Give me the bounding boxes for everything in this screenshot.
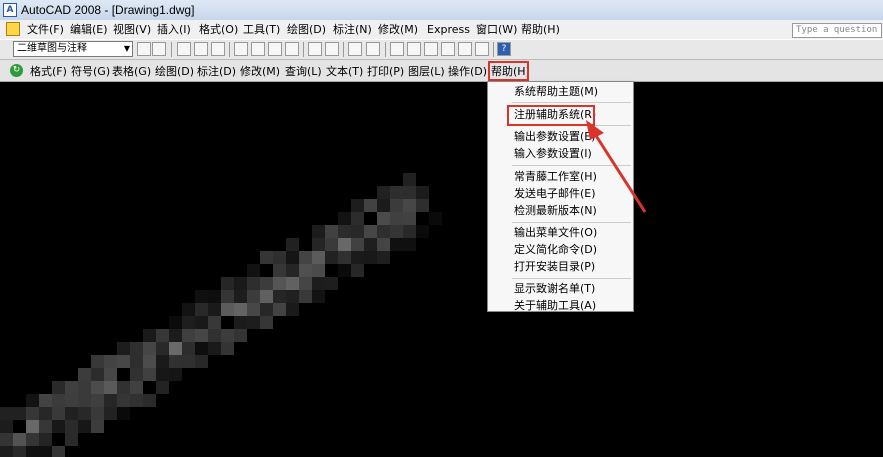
toolbar-separator xyxy=(343,42,344,57)
design-center-icon[interactable] xyxy=(441,42,455,56)
toolbar-separator xyxy=(171,42,172,57)
menu-item-about[interactable]: 关于辅助工具(A) xyxy=(514,298,596,314)
tool-draw[interactable]: 绘图(D) xyxy=(155,64,194,79)
help-icon[interactable]: ? xyxy=(497,42,511,56)
menu-tools[interactable]: 工具(T) xyxy=(243,22,280,37)
tool-format[interactable]: 格式(F) xyxy=(30,64,67,79)
toolbar-separator xyxy=(493,42,494,57)
menu-modify[interactable]: 修改(M) xyxy=(378,22,418,37)
tool-table[interactable]: 表格(G) xyxy=(112,64,151,79)
open-file-icon[interactable] xyxy=(194,42,208,56)
calculator-icon[interactable] xyxy=(475,42,489,56)
menu-item-credits[interactable]: 显示致谢名单(T) xyxy=(514,281,595,297)
autocad-logo-icon: A xyxy=(3,3,17,17)
menu-item-export-menu[interactable]: 输出菜单文件(O) xyxy=(514,225,597,241)
autocad-menu-icon[interactable] xyxy=(6,22,20,36)
toolbar-separator xyxy=(303,42,304,57)
menu-window[interactable]: 窗口(W) xyxy=(476,22,517,37)
title-bar: A AutoCAD 2008 - [Drawing1.dwg] xyxy=(0,0,883,20)
menu-dimension[interactable]: 标注(N) xyxy=(333,22,372,37)
tool-palettes-icon[interactable] xyxy=(458,42,472,56)
menu-separator xyxy=(512,102,631,103)
refresh-icon[interactable]: ↻ xyxy=(10,64,23,77)
window-title: AutoCAD 2008 - [Drawing1.dwg] xyxy=(21,3,195,17)
save-icon[interactable] xyxy=(211,42,225,56)
menu-draw[interactable]: 绘图(D) xyxy=(287,22,326,37)
print-icon[interactable] xyxy=(234,42,248,56)
menu-view[interactable]: 视图(V) xyxy=(113,22,151,37)
chevron-down-icon: ▼ xyxy=(123,44,130,53)
workspace-select[interactable]: 二维草图与注释 ▼ xyxy=(13,41,133,57)
tool-operation[interactable]: 操作(D) xyxy=(448,64,487,79)
tool-text[interactable]: 文本(T) xyxy=(326,64,363,79)
menu-edit[interactable]: 编辑(E) xyxy=(70,22,108,37)
tool-modify[interactable]: 修改(M) xyxy=(240,64,280,79)
help-menu-highlight xyxy=(488,61,529,81)
menu-item-check-update[interactable]: 检测最新版本(N) xyxy=(514,203,597,219)
tool-print[interactable]: 打印(P) xyxy=(367,64,404,79)
workspace-save-icon[interactable] xyxy=(152,42,166,56)
menu-item-export-settings[interactable]: 输出参数设置(E) xyxy=(514,129,596,145)
tool-layer[interactable]: 图层(L) xyxy=(408,64,445,79)
menu-help[interactable]: 帮助(H) xyxy=(521,22,560,37)
toolbar-separator xyxy=(385,42,386,57)
menu-item-help-topics[interactable]: 系统帮助主题(M) xyxy=(514,84,598,100)
workspace-value: 二维草图与注释 xyxy=(17,43,87,54)
3d-dwf-icon[interactable] xyxy=(285,42,299,56)
match-properties-icon[interactable] xyxy=(325,42,339,56)
menu-separator xyxy=(512,165,631,166)
drawing-canvas[interactable] xyxy=(0,82,883,457)
new-file-icon[interactable] xyxy=(177,42,191,56)
menu-express[interactable]: Express xyxy=(427,22,470,37)
publish-icon[interactable] xyxy=(268,42,282,56)
zoom-icon[interactable] xyxy=(407,42,421,56)
workspace-settings-icon[interactable] xyxy=(137,42,151,56)
menu-item-open-install-dir[interactable]: 打开安装目录(P) xyxy=(514,259,595,275)
menu-separator xyxy=(512,278,631,279)
tool-dimension[interactable]: 标注(D) xyxy=(197,64,236,79)
pan-icon[interactable] xyxy=(390,42,404,56)
menu-item-send-email[interactable]: 发送电子邮件(E) xyxy=(514,186,596,202)
ask-question-input[interactable]: Type a question xyxy=(792,23,882,38)
menu-file[interactable]: 文件(F) xyxy=(27,22,64,37)
menu-format[interactable]: 格式(O) xyxy=(199,22,238,37)
menu-separator xyxy=(512,222,631,223)
redo-icon[interactable] xyxy=(366,42,380,56)
toolbar-separator xyxy=(229,42,230,57)
tool-query[interactable]: 查询(L) xyxy=(285,64,322,79)
tool-symbol[interactable]: 符号(G) xyxy=(71,64,110,79)
menu-item-studio[interactable]: 常青藤工作室(H) xyxy=(514,169,597,185)
pixelated-blur-region xyxy=(0,173,442,457)
menu-item-define-commands[interactable]: 定义简化命令(D) xyxy=(514,242,597,258)
undo-icon[interactable] xyxy=(348,42,362,56)
register-item-highlight xyxy=(507,105,595,126)
properties-icon[interactable] xyxy=(424,42,438,56)
print-preview-icon[interactable] xyxy=(251,42,265,56)
menu-insert[interactable]: 插入(I) xyxy=(157,22,191,37)
menu-item-import-settings[interactable]: 输入参数设置(I) xyxy=(514,146,592,162)
cut-icon[interactable] xyxy=(308,42,322,56)
